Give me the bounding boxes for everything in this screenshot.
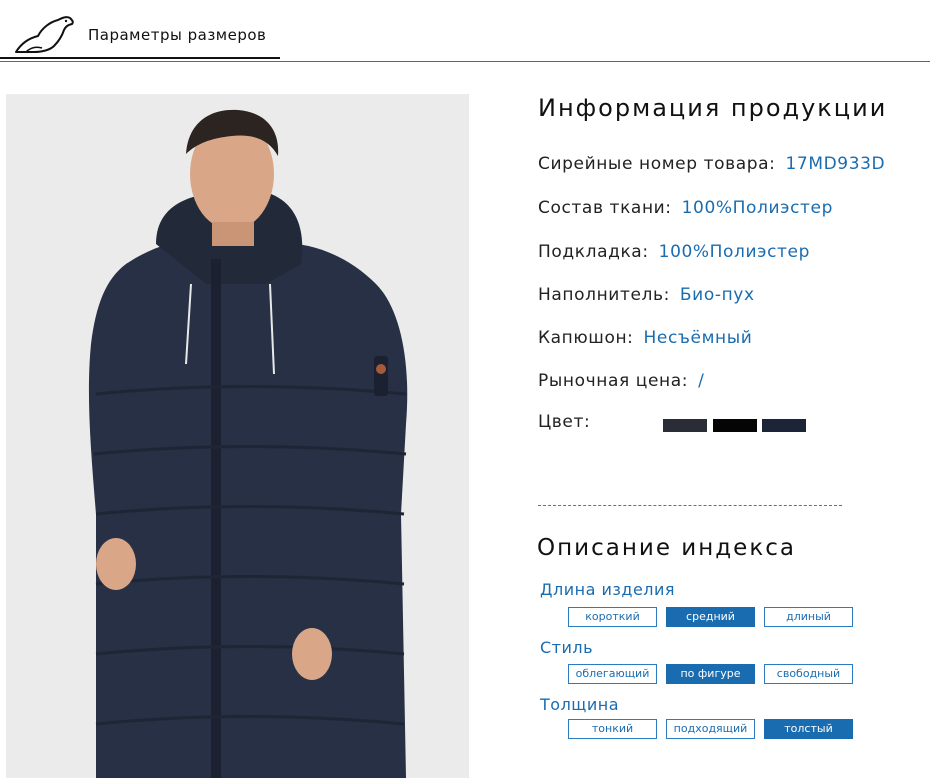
- info-row-color: Цвет:: [538, 412, 590, 432]
- info-row-price: Рыночная цена: /: [538, 371, 704, 391]
- header-divider: [0, 61, 930, 62]
- page-header: Параметры размеров: [0, 0, 930, 62]
- option-medium[interactable]: средний: [666, 607, 755, 627]
- info-value: Несъёмный: [643, 328, 753, 348]
- group-label-style: Стиль: [540, 638, 594, 657]
- color-label: Цвет:: [538, 412, 591, 432]
- option-thin[interactable]: тонкий: [568, 719, 657, 739]
- info-row-lining: Подкладка: 100%Полиэстер: [538, 242, 810, 262]
- group-label-length: Длина изделия: [540, 580, 676, 599]
- info-label: Подкладка:: [538, 242, 649, 262]
- title-underline: [0, 57, 280, 59]
- polar-bear-logo-icon: [15, 16, 74, 53]
- info-label: Рыночная цена:: [538, 371, 689, 391]
- model-in-parka-illustration: [88, 109, 408, 778]
- option-thick[interactable]: толстый: [764, 719, 853, 739]
- index-heading: Описание индекса: [537, 535, 796, 561]
- info-label: Наполнитель:: [538, 285, 670, 305]
- info-value: /: [698, 371, 705, 391]
- info-value: 100%Полиэстер: [681, 198, 833, 218]
- color-swatch[interactable]: [663, 419, 707, 432]
- color-swatch[interactable]: [713, 419, 757, 432]
- color-swatch[interactable]: [762, 419, 806, 432]
- info-row-fabric: Состав ткани: 100%Полиэстер: [538, 198, 833, 218]
- option-short[interactable]: короткий: [568, 607, 657, 627]
- info-row-sku: Сирейные номер товара: 17MD933D: [538, 154, 885, 174]
- option-regular[interactable]: по фигуре: [666, 664, 755, 684]
- info-value: 100%Полиэстер: [658, 242, 810, 262]
- section-divider: [538, 505, 842, 506]
- info-row-filling: Наполнитель: Био-пух: [538, 285, 755, 305]
- info-row-hood: Капюшон: Несъёмный: [538, 328, 752, 348]
- group-label-thickness: Толщина: [540, 695, 620, 714]
- option-slim[interactable]: облегающий: [568, 664, 657, 684]
- info-value: 17MD933D: [785, 154, 886, 174]
- info-value: Био-пух: [679, 285, 755, 305]
- page-title: Параметры размеров: [88, 26, 267, 44]
- product-photo: [6, 94, 469, 778]
- option-long[interactable]: длиный: [764, 607, 853, 627]
- option-moderate[interactable]: подходящий: [666, 719, 755, 739]
- info-label: Сирейные номер товара:: [538, 154, 776, 174]
- product-info-heading: Информация продукции: [538, 94, 888, 122]
- info-label: Капюшон:: [538, 328, 634, 348]
- info-label: Состав ткани:: [538, 198, 672, 218]
- option-loose[interactable]: свободный: [764, 664, 853, 684]
